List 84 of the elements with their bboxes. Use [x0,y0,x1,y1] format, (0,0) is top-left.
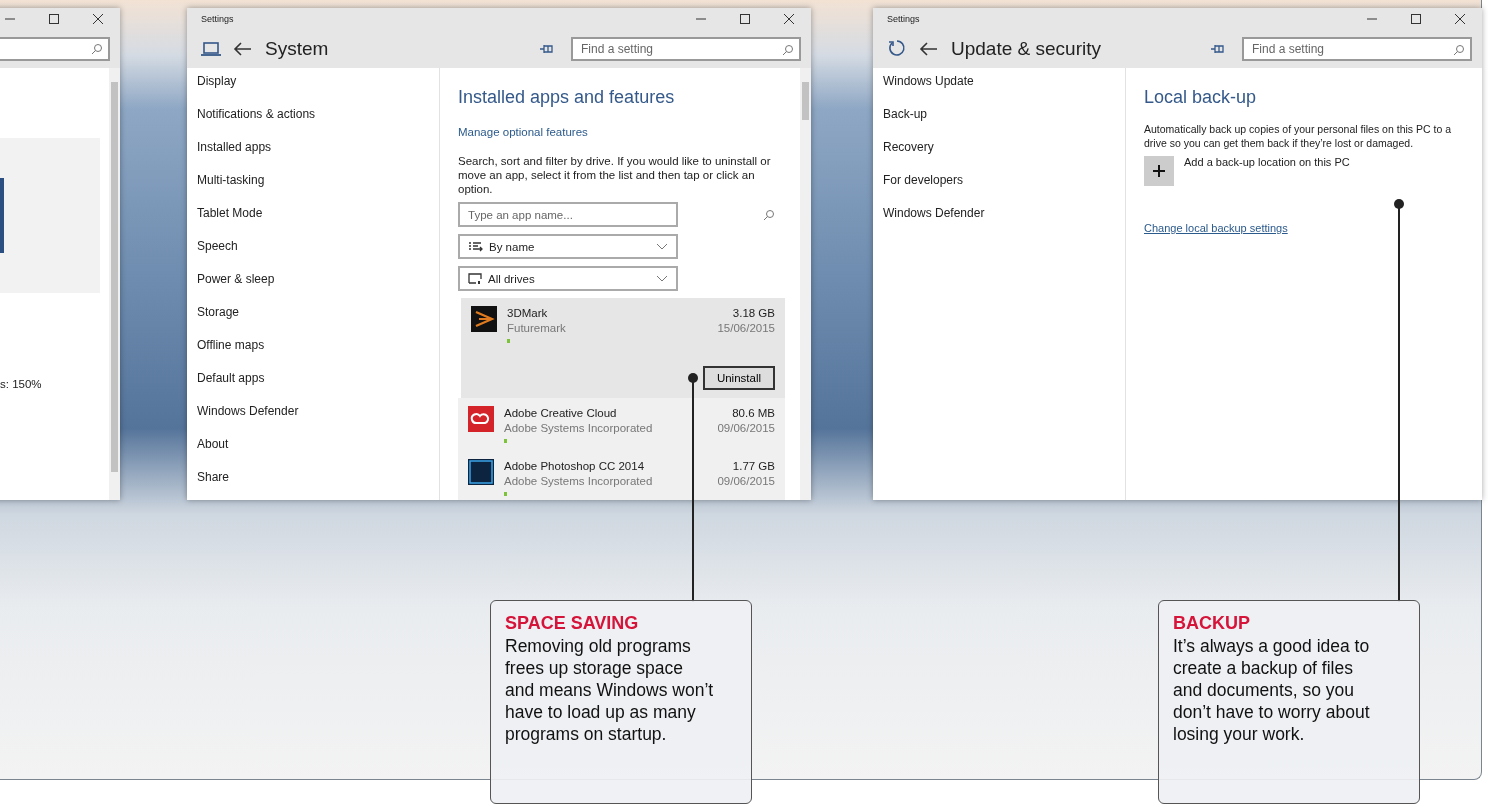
sidebar-item[interactable]: Back-up [873,107,1125,140]
window-title: Settings [887,14,921,24]
scale-label: s: 150% [0,378,42,390]
app-list-item[interactable]: 3DMark Futuremark 3.18 GB 15/06/2015 Uninstall [461,298,785,398]
callout-text: It’s always a good idea to create a backup of files and documents, so you don’t have to worry about losing your work. [1173,635,1371,745]
section-heading: Local back-up [1144,87,1258,108]
refresh-icon [887,39,907,59]
laptop-icon [201,41,221,57]
search-icon [782,44,794,56]
description-text: Search, sort and filter by drive. If you would like to uninstall or move an app, select it from the list and then tap or click an option. [458,154,772,196]
swirl-app-icon [468,406,494,432]
sidebar-item[interactable]: About [187,437,439,470]
app-search-field[interactable]: Type an app name... [458,202,678,227]
install-date: 09/06/2015 [717,474,775,489]
maximize-icon [739,13,751,25]
chevron-app-icon [471,306,497,332]
close-icon [92,13,104,25]
usage-bar [507,339,510,343]
sidebar-item[interactable]: Multi-tasking [187,173,439,206]
description-text: Automatically back up copies of your personal files on this PC to a drive so you can get them back if they’re lost or damaged. [1144,122,1452,150]
maximize-icon [1410,13,1422,25]
sidebar-item[interactable]: Tablet Mode [187,206,439,239]
sidebar-item[interactable]: Power & sleep [187,272,439,305]
drive-filter-dropdown[interactable]: All drives [458,266,678,291]
caret-icon [656,274,668,283]
sidebar-item[interactable]: Windows Defender [873,206,1125,239]
page-title: System [265,38,330,60]
app-name: 3DMark [507,306,549,321]
sidebar-item[interactable]: Windows Defender [187,404,439,437]
app-list-item[interactable]: Adobe Creative Cloud Adobe Systems Incorporated 80.6 MB 09/06/2015 [458,398,785,451]
back-arrow-icon [233,40,253,58]
app-publisher: Adobe Systems Incorporated [504,421,654,436]
sidebar-item[interactable]: Storage [187,305,439,338]
sidebar-item[interactable]: Windows Update [873,74,1125,107]
sidebar-item[interactable]: Speech [187,239,439,272]
drive-icon [468,272,482,285]
back-arrow-icon [919,40,939,58]
install-date: 15/06/2015 [717,321,775,336]
sidebar-item[interactable]: Display [187,74,439,107]
search-icon [1453,44,1465,56]
page-title: Update & security [951,38,1102,60]
app-list-item[interactable]: Adobe Photoshop CC 2014 Adobe Systems Incorporated 1.77 GB 09/06/2015 [458,451,785,500]
sort-list-icon [468,241,483,252]
app-size: 1.77 GB [731,459,775,474]
manage-features-link[interactable]: Manage optional features [458,126,588,138]
sidebar-item[interactable]: Offline maps [187,338,439,371]
sidebar-item[interactable]: Installed apps [187,140,439,173]
usage-bar [504,439,507,443]
backup-settings-link[interactable]: Change local backup settings [1144,222,1288,234]
sidebar-item[interactable]: Default apps [187,371,439,404]
close-icon [783,13,795,25]
uninstall-button[interactable]: Uninstall [702,366,775,390]
usage-bar [504,492,507,496]
app-publisher: Futuremark [507,321,567,336]
scrollbar[interactable] [109,68,120,500]
app-publisher: Adobe Systems Incorporated [504,474,654,489]
install-date: 09/06/2015 [717,421,775,436]
sort-dropdown[interactable]: By name [458,234,678,259]
sidebar-item[interactable]: For developers [873,173,1125,206]
window-title: Settings [201,14,235,24]
sidebar-item[interactable]: Notifications & actions [187,107,439,140]
maximize-icon [48,13,60,25]
app-size: 3.18 GB [731,306,775,321]
search-field[interactable]: Find a setting [1242,37,1472,61]
search-icon [91,43,103,55]
search-field[interactable]: Find a setting [571,37,801,61]
sidebar-item[interactable]: Recovery [873,140,1125,173]
close-icon [1454,13,1466,25]
callout-title: BACKUP [1173,613,1251,634]
callout-title: SPACE SAVING [505,613,640,634]
caret-icon [656,242,668,251]
search-icon [763,209,775,221]
add-backup-location-button[interactable]: Add a back-up location on this PC [1144,156,1350,186]
pin-icon [539,42,553,56]
app-square-icon [468,459,494,485]
plus-icon [1150,162,1168,180]
pin-icon [1210,42,1224,56]
app-name: Adobe Creative Cloud [504,406,618,421]
section-heading: Installed apps and features [458,87,676,108]
app-size: 80.6 MB [731,406,775,421]
sidebar-item[interactable]: Share [187,470,439,500]
scrollbar[interactable] [800,68,811,500]
callout-text: Removing old programs frees up storage space and means Windows won’t have to load up as many programs on startup. [505,635,715,745]
app-name: Adobe Photoshop CC 2014 [504,459,646,474]
